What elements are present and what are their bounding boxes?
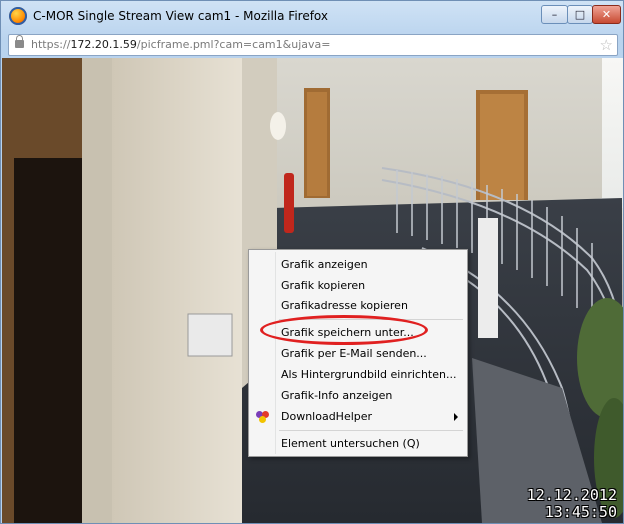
maximize-button[interactable]: □ <box>567 5 593 24</box>
highlight-ellipse <box>260 315 428 345</box>
menu-item-copy-image[interactable]: Grafik kopieren <box>250 276 466 296</box>
firefox-icon[interactable] <box>9 7 27 25</box>
camera-time: 13:45:50 <box>544 503 617 521</box>
downloadhelper-icon <box>256 411 270 423</box>
menu-item-set-background[interactable]: Als Hintergrundbild einrichten... <box>250 365 466 385</box>
address-bar[interactable]: https://172.20.1.59/picframe.pml?cam=cam… <box>8 34 618 56</box>
submenu-arrow-icon <box>454 413 458 421</box>
browser-window: C-MOR Single Stream View cam1 - Mozilla … <box>0 0 624 524</box>
menu-separator <box>279 430 463 431</box>
menu-item-downloadhelper-label: DownloadHelper <box>281 410 373 423</box>
maximize-icon: □ <box>574 8 586 21</box>
window-title: C-MOR Single Stream View cam1 - Mozilla … <box>33 9 329 23</box>
bookmark-star-icon[interactable]: ☆ <box>600 35 613 55</box>
url-host: 172.20.1.59 <box>70 38 137 51</box>
camera-date: 12.12.2012 <box>526 486 617 504</box>
url-text[interactable]: https://172.20.1.59/picframe.pml?cam=cam… <box>31 38 330 51</box>
close-button[interactable]: ✕ <box>592 5 621 24</box>
menu-item-image-info[interactable]: Grafik-Info anzeigen <box>250 386 466 406</box>
close-icon: ✕ <box>601 8 612 21</box>
minimize-icon: – <box>551 8 558 21</box>
context-menu: Grafik anzeigen Grafik kopieren Grafikad… <box>248 249 468 457</box>
menu-item-downloadhelper[interactable]: DownloadHelper <box>250 407 466 427</box>
lock-icon[interactable] <box>15 35 24 48</box>
menu-item-email-image[interactable]: Grafik per E-Mail senden... <box>250 344 466 364</box>
menu-item-copy-image-address[interactable]: Grafikadresse kopieren <box>250 296 466 316</box>
title-bar[interactable]: C-MOR Single Stream View cam1 - Mozilla … <box>1 1 623 31</box>
menu-item-inspect-element[interactable]: Element untersuchen (Q) <box>250 434 466 454</box>
minimize-button[interactable]: – <box>541 5 568 24</box>
menu-item-view-image[interactable]: Grafik anzeigen <box>250 255 466 275</box>
url-path: /picframe.pml?cam=cam1&ujava= <box>136 38 331 51</box>
url-scheme: https:// <box>31 38 71 51</box>
